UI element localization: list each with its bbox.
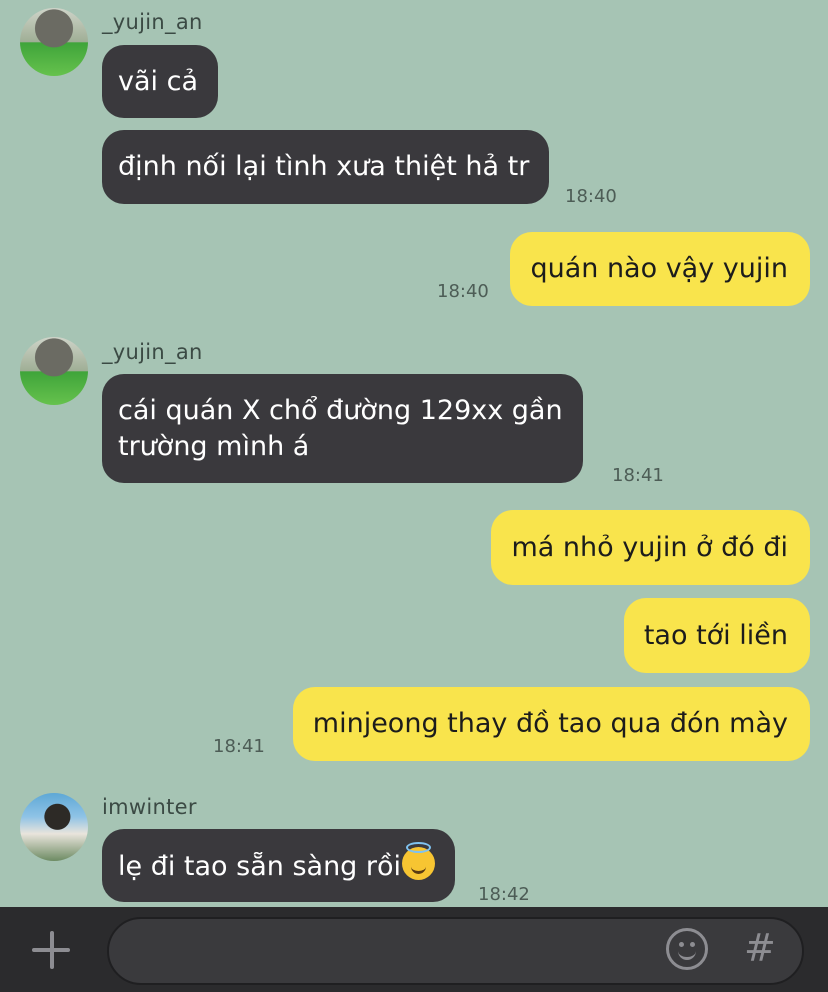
message-text: quán nào vậy yujin [530, 253, 788, 284]
mouth [678, 947, 696, 960]
chat-area[interactable]: _yujin_an vãi cả định nối lại tình xưa t… [0, 0, 828, 907]
halo-smile-emoji-icon [402, 841, 436, 880]
message-bubble[interactable]: má nhỏ yujin ở đó đi [491, 510, 810, 585]
message-time: 18:41 [213, 736, 265, 757]
message-text: má nhỏ yujin ở đó đi [511, 531, 788, 563]
message-bubble[interactable]: quán nào vậy yujin [510, 232, 810, 306]
message-bubble[interactable]: tao tới liền [623, 598, 810, 673]
message-bubble[interactable]: vãi cả [102, 45, 218, 118]
sender-name: _yujin_an [102, 10, 203, 34]
sender-name: imwinter [102, 795, 197, 819]
message-time: 18:40 [437, 281, 489, 302]
avatar-yujin[interactable] [20, 337, 88, 405]
message-text: vãi cả [118, 65, 198, 97]
message-text: tao tới liền [643, 619, 788, 651]
avatar-imwinter[interactable] [20, 793, 88, 861]
message-text: lẹ đi tao sẵn sàng rồi [102, 841, 455, 885]
message-text: định nối lại tình xưa thiệt hả tr [118, 151, 530, 182]
message-bubble[interactable]: lẹ đi tao sẵn sàng rồi [102, 829, 456, 902]
message-time: 18:40 [565, 186, 617, 207]
message-bubble[interactable]: định nối lại tình xưa thiệt hả tr [102, 130, 550, 204]
sender-name: _yujin_an [102, 340, 203, 364]
message-text: cái quán X chổ đường 129xx gần trường mì… [118, 394, 563, 462]
plus-icon[interactable] [30, 929, 74, 973]
hashtag-icon[interactable]: # [744, 926, 776, 970]
smiley-icon[interactable] [666, 928, 708, 970]
message-text: minjeong thay đồ tao qua đón mày [312, 708, 788, 739]
message-bubble[interactable]: cái quán X chổ đường 129xx gần trường mì… [102, 374, 583, 483]
message-time: 18:41 [612, 465, 664, 486]
message-bubble[interactable]: minjeong thay đồ tao qua đón mày [292, 687, 810, 761]
avatar-yujin[interactable] [20, 8, 88, 76]
message-time: 18:42 [478, 884, 530, 905]
